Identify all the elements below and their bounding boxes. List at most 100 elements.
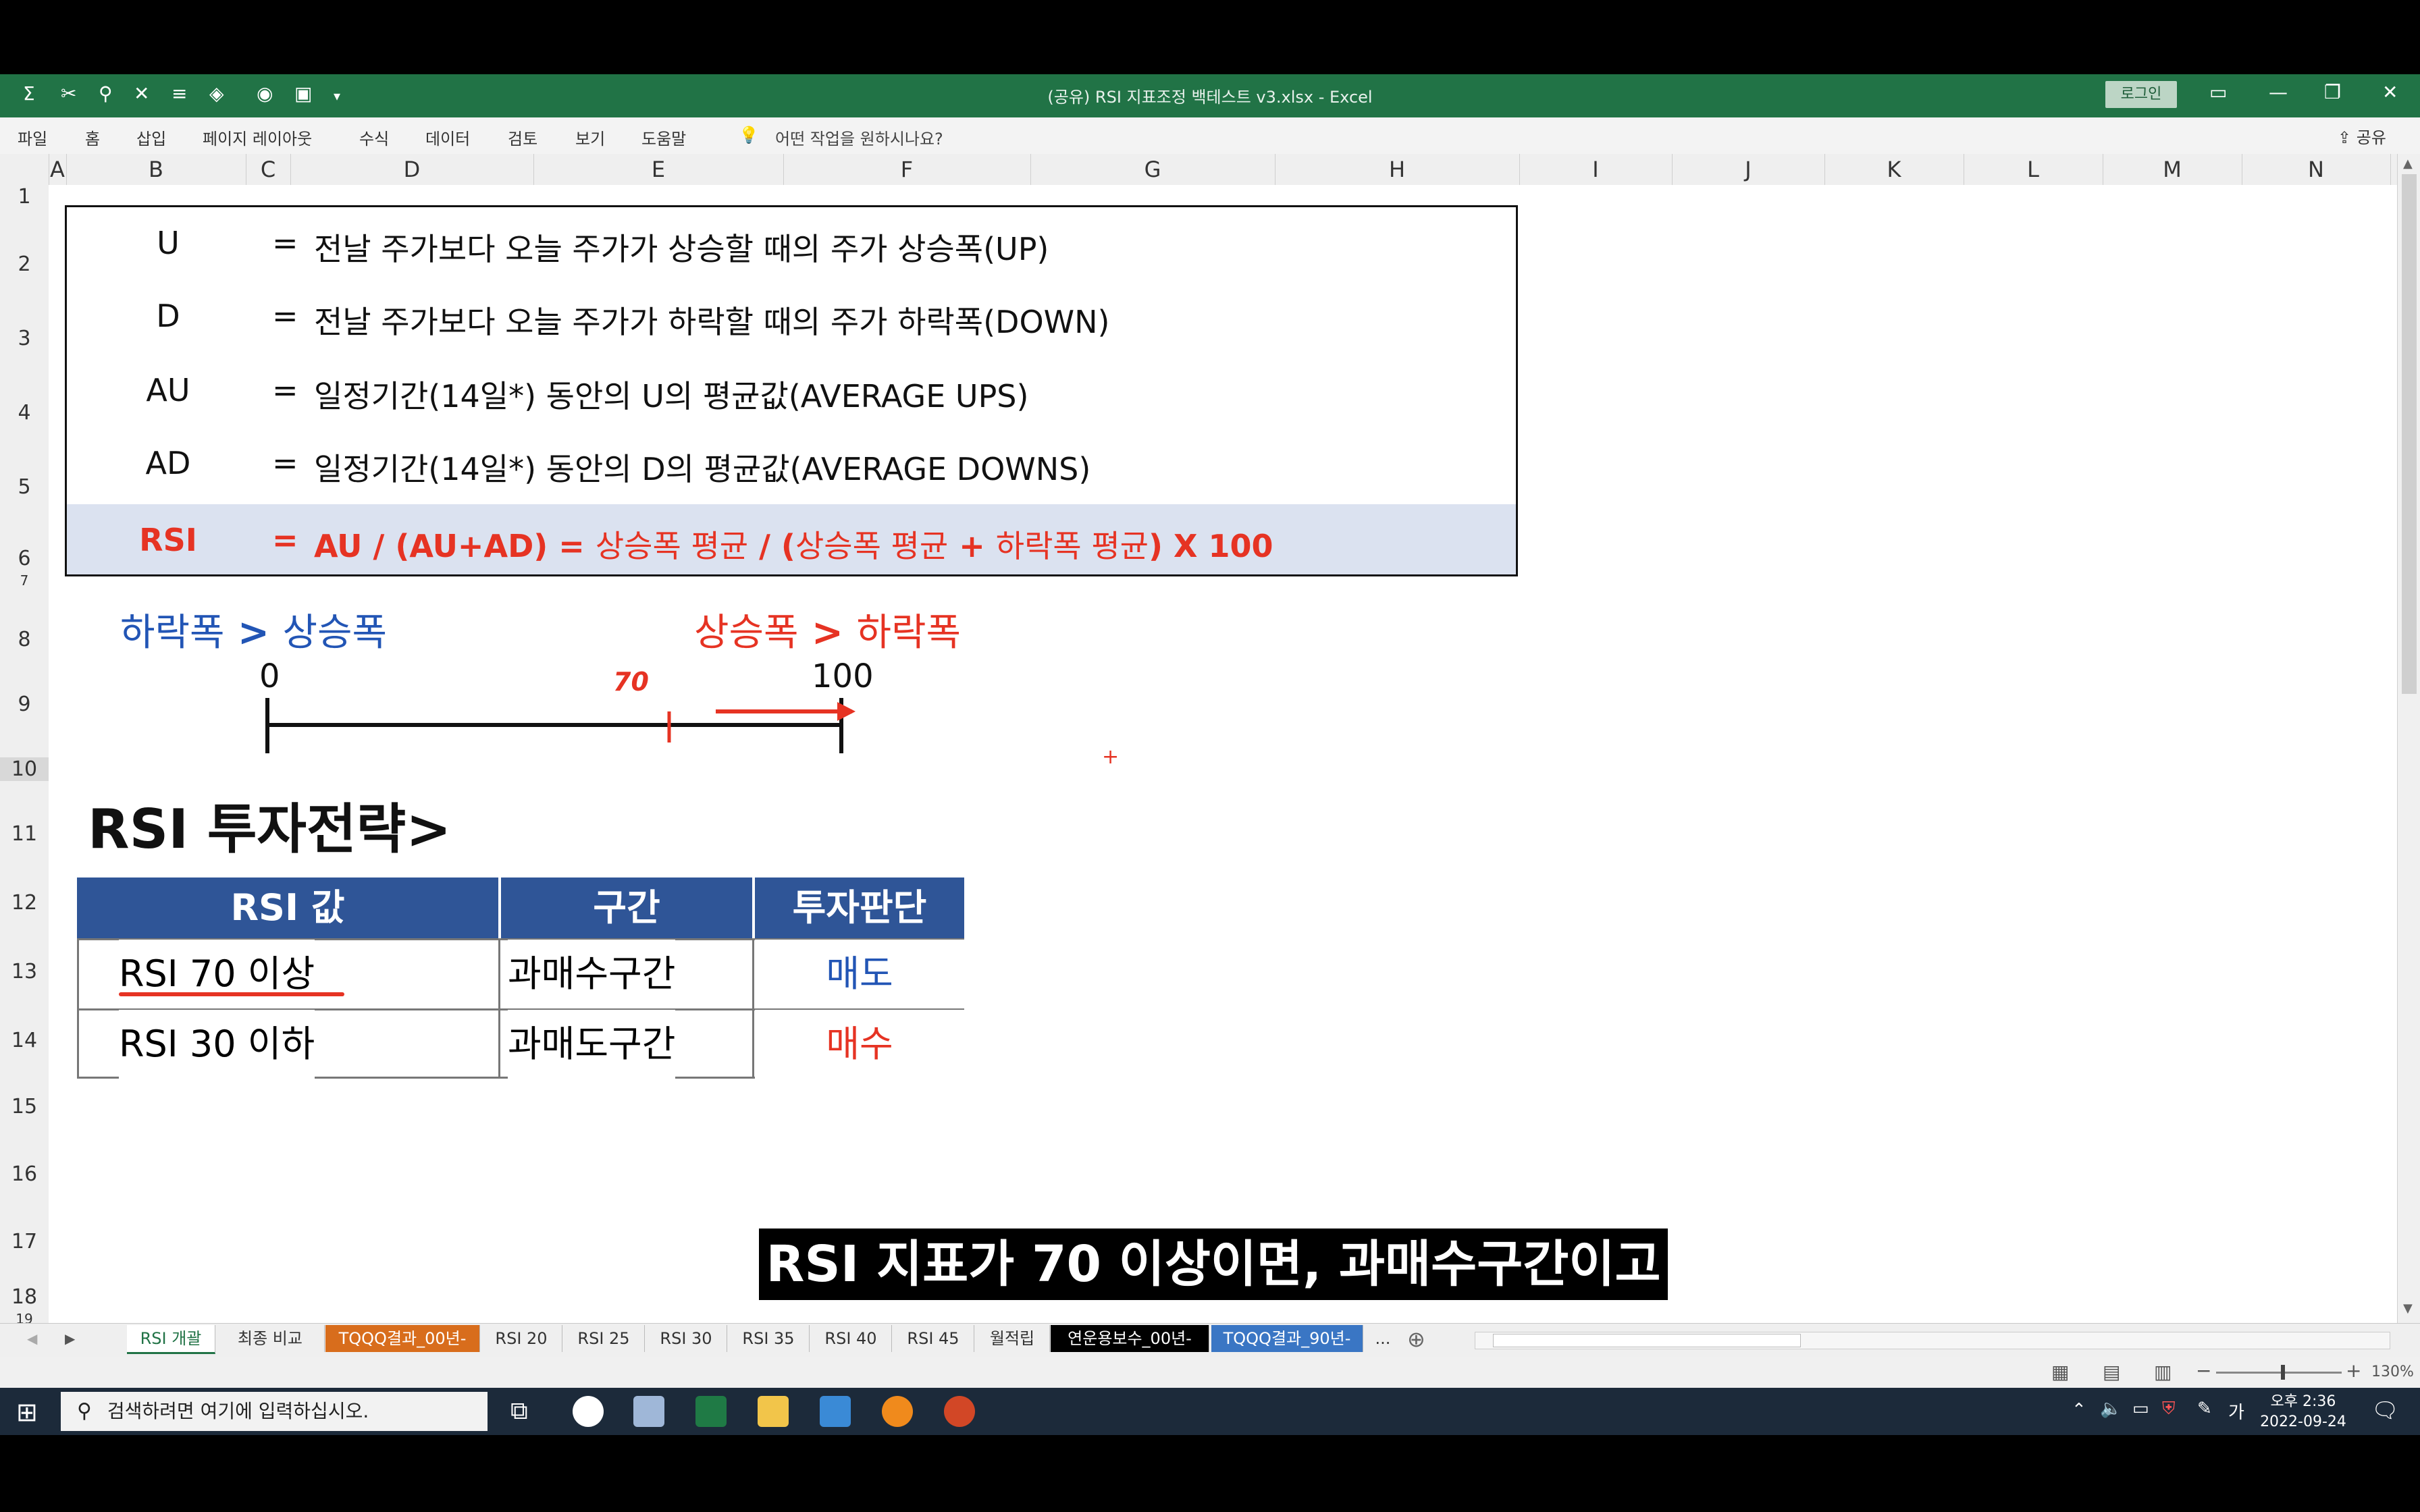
search-tool-icon[interactable] <box>882 1396 913 1427</box>
column-header-c[interactable]: C <box>246 154 291 185</box>
row-header[interactable]: 5 <box>0 475 49 499</box>
column-header-i[interactable]: I <box>1519 154 1673 185</box>
next-sheet-icon[interactable]: ▶ <box>65 1330 75 1347</box>
row-header[interactable]: 15 <box>0 1095 49 1118</box>
row-header[interactable]: 3 <box>0 327 49 350</box>
tab-help[interactable]: 도움말 <box>641 126 686 149</box>
column-header-h[interactable]: H <box>1275 154 1520 185</box>
column-header-j[interactable]: J <box>1672 154 1825 185</box>
row-header[interactable]: 8 <box>0 628 49 651</box>
row-header[interactable]: 11 <box>0 822 49 846</box>
zoom-out-icon[interactable]: − <box>2196 1359 2211 1382</box>
minimize-icon[interactable]: — <box>2269 81 2288 103</box>
tab-review[interactable]: 검토 <box>508 126 537 149</box>
row-header[interactable]: 6 <box>0 547 49 570</box>
sheet-tab[interactable]: TQQQ결과_00년- <box>325 1325 480 1352</box>
excel-icon[interactable] <box>695 1396 727 1427</box>
tab-file[interactable]: 파일 <box>18 126 47 149</box>
task-view-icon[interactable]: ⧉ <box>510 1397 528 1426</box>
row-header[interactable]: 2 <box>0 252 49 276</box>
ime-indicator[interactable]: 가 <box>2228 1399 2244 1424</box>
remote-app-icon[interactable] <box>820 1396 851 1427</box>
login-button[interactable]: 로그인 <box>2105 81 2177 108</box>
sheet-tab-active[interactable]: RSI 개괄 <box>127 1325 215 1354</box>
row-header[interactable]: 17 <box>0 1230 49 1253</box>
tab-home[interactable]: 홈 <box>85 126 100 149</box>
scroll-down-icon[interactable]: ▼ <box>2403 1301 2413 1316</box>
row-header[interactable]: 16 <box>0 1162 49 1186</box>
row-header[interactable]: 12 <box>0 891 49 915</box>
tell-me-search[interactable]: 어떤 작업을 원하시나요? <box>775 126 943 149</box>
volume-icon[interactable]: 🔈 <box>2100 1399 2122 1419</box>
taskbar-search-box[interactable]: ⚲ 검색하려면 여기에 입력하십시오. <box>61 1392 488 1431</box>
horizontal-scrollbar[interactable] <box>1475 1332 2390 1349</box>
vertical-scrollbar[interactable]: ▲ ▼ <box>2397 154 2420 1323</box>
restore-icon[interactable]: ❐ <box>2324 81 2341 103</box>
column-header-m[interactable]: M <box>2103 154 2242 185</box>
rsi-term: RSI <box>139 522 197 558</box>
row-header[interactable]: 4 <box>0 401 49 425</box>
more-sheets-button[interactable]: ... <box>1365 1325 1400 1352</box>
row-header[interactable]: 18 <box>0 1285 49 1309</box>
normal-view-icon[interactable]: ▦ <box>2051 1361 2069 1383</box>
tab-formulas[interactable]: 수식 <box>359 126 389 149</box>
column-header-e[interactable]: E <box>533 154 784 185</box>
column-header-b[interactable]: B <box>66 154 246 185</box>
column-header-g[interactable]: G <box>1030 154 1275 185</box>
column-header-a[interactable]: A <box>49 154 67 185</box>
row-header[interactable]: 9 <box>0 693 49 716</box>
page-layout-view-icon[interactable]: ▤ <box>2103 1361 2120 1383</box>
column-header-l[interactable]: L <box>1964 154 2103 185</box>
tab-page-layout[interactable]: 페이지 레이아웃 <box>203 126 312 149</box>
close-icon[interactable]: ✕ <box>2382 81 2398 103</box>
windows-start-icon[interactable]: ⊞ <box>16 1397 38 1427</box>
select-all-corner[interactable] <box>0 154 49 185</box>
tab-view[interactable]: 보기 <box>575 126 605 149</box>
column-header-n[interactable]: N <box>2242 154 2391 185</box>
zoom-level[interactable]: 130% <box>2371 1364 2414 1380</box>
whale-browser-icon[interactable] <box>573 1396 604 1427</box>
sheet-tab[interactable]: RSI 40 <box>810 1325 892 1352</box>
network-icon[interactable]: ▭ <box>2132 1399 2149 1419</box>
horizontal-scroll-thumb[interactable] <box>1493 1334 1801 1347</box>
sheet-tab[interactable]: RSI 35 <box>728 1325 810 1352</box>
worksheet-grid[interactable]: U = 전날 주가보다 오늘 주가가 상승할 때의 주가 상승폭(UP) D =… <box>49 185 2397 1323</box>
share-button[interactable]: ⇪ 공유 <box>2338 124 2386 148</box>
zoom-slider-thumb[interactable] <box>2281 1365 2285 1380</box>
notes-app-icon[interactable] <box>633 1396 664 1427</box>
taskbar-clock[interactable]: 오후 2:36 2022-09-24 <box>2259 1392 2347 1432</box>
sheet-tab[interactable]: RSI 20 <box>481 1325 562 1352</box>
equals-sign: = <box>272 445 298 481</box>
tab-insert[interactable]: 삽입 <box>136 126 166 149</box>
row-header[interactable]: 14 <box>0 1029 49 1052</box>
column-header-d[interactable]: D <box>290 154 534 185</box>
ribbon-display-options-icon[interactable]: ▭ <box>2209 81 2227 103</box>
vertical-scroll-thumb[interactable] <box>2402 174 2417 694</box>
row-header[interactable]: 1 <box>0 185 49 209</box>
sheet-tab[interactable]: 월적립 <box>975 1325 1050 1352</box>
sheet-tab[interactable]: 최종 비교 <box>216 1325 325 1352</box>
column-header-k[interactable]: K <box>1824 154 1964 185</box>
sheet-tab[interactable]: 연운용보수_00년- <box>1051 1325 1209 1352</box>
notification-icon[interactable]: 🗨 <box>2371 1397 2399 1423</box>
column-header-f[interactable]: F <box>783 154 1031 185</box>
add-sheet-icon[interactable]: ⊕ <box>1407 1326 1425 1352</box>
file-explorer-icon[interactable] <box>758 1396 789 1427</box>
row-header[interactable]: 7 <box>0 572 49 589</box>
pen-icon[interactable]: ✎ <box>2197 1399 2212 1419</box>
powerpoint-icon[interactable] <box>944 1396 975 1427</box>
row-header[interactable]: 13 <box>0 960 49 983</box>
zoom-slider[interactable] <box>2216 1372 2342 1374</box>
show-hidden-icons-icon[interactable]: ⌃ <box>2072 1400 2086 1420</box>
sheet-tab[interactable]: RSI 45 <box>893 1325 974 1352</box>
scroll-up-icon[interactable]: ▲ <box>2403 157 2413 171</box>
sheet-tab[interactable]: RSI 30 <box>646 1325 727 1352</box>
prev-sheet-icon[interactable]: ◀ <box>27 1330 37 1347</box>
page-break-view-icon[interactable]: ▥ <box>2154 1361 2172 1383</box>
sheet-tab[interactable]: RSI 25 <box>563 1325 645 1352</box>
security-icon[interactable]: ⛨ <box>2162 1399 2176 1420</box>
tab-data[interactable]: 데이터 <box>425 126 470 149</box>
row-header[interactable]: 10 <box>0 757 49 781</box>
sheet-tab[interactable]: TQQQ결과_90년- <box>1211 1325 1363 1352</box>
zoom-in-icon[interactable]: + <box>2346 1359 2361 1382</box>
